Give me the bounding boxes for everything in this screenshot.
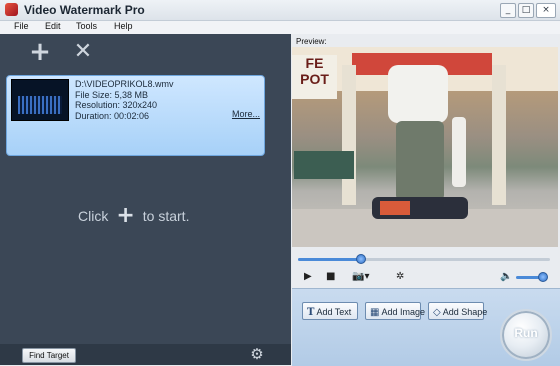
more-link[interactable]: More... — [232, 109, 260, 119]
minimize-button[interactable]: _ — [500, 3, 516, 18]
menu-tools[interactable]: Tools — [76, 21, 97, 31]
file-list-item[interactable]: D:\VIDEOPRIKOL8.wmv File Size: 5,38 MB R… — [6, 75, 265, 156]
hint-text-after: to start. — [142, 208, 190, 224]
video-thumbnail — [11, 79, 69, 121]
empty-hint: Click + to start. — [78, 203, 190, 228]
run-button[interactable]: Run — [500, 309, 552, 361]
maximize-button[interactable]: □ — [518, 3, 534, 18]
menu-file[interactable]: File — [14, 21, 29, 31]
file-size: File Size: 5,38 MB — [75, 89, 149, 100]
add-text-button[interactable]: T Add Text — [302, 302, 358, 320]
play-icon[interactable]: ▶ — [304, 271, 312, 283]
volume-slider[interactable] — [516, 272, 548, 282]
file-list-panel: + ✕ D:\VIDEOPRIKOL8.wmv File Size: 5,38 … — [0, 34, 291, 365]
menu-bar: File Edit Tools Help — [0, 21, 560, 34]
effects-icon[interactable]: ✲ — [396, 271, 404, 283]
seek-fill — [298, 258, 361, 261]
add-image-label: Add Image — [381, 307, 425, 317]
left-bottom-bar: Find Target ⚙ — [0, 344, 291, 365]
add-shape-label: Add Shape — [442, 307, 488, 317]
text-icon: T — [307, 307, 315, 318]
menu-help[interactable]: Help — [114, 21, 133, 31]
window-title: Video Watermark Pro — [24, 3, 145, 17]
menu-edit[interactable]: Edit — [45, 21, 61, 31]
shape-icon: ◇ — [433, 307, 441, 318]
file-info: D:\VIDEOPRIKOL8.wmv File Size: 5,38 MB R… — [75, 79, 174, 121]
close-button[interactable]: × — [536, 3, 556, 18]
preview-label: Preview: — [296, 37, 327, 46]
video-preview: FE POT — [292, 47, 558, 247]
hint-text-before: Click — [78, 208, 109, 224]
window-controls: _ □ × — [500, 3, 556, 18]
volume-icon[interactable]: 🔈 — [500, 271, 512, 283]
add-text-label: Add Text — [316, 307, 352, 317]
find-target-button[interactable]: Find Target — [22, 348, 76, 363]
add-image-button[interactable]: ▦ Add Image — [365, 302, 425, 320]
plus-icon: + — [116, 203, 135, 228]
image-icon: ▦ — [370, 307, 380, 318]
add-shape-button[interactable]: ◇ Add Shape — [428, 302, 487, 320]
remove-file-button[interactable]: ✕ — [71, 40, 95, 64]
gear-icon[interactable]: ⚙ — [248, 345, 266, 363]
volume-handle[interactable] — [538, 272, 548, 282]
file-duration: Duration: 00:02:06 — [75, 110, 150, 121]
seek-handle[interactable] — [356, 254, 366, 264]
title-bar: Video Watermark Pro _ □ × — [0, 0, 560, 21]
add-file-button[interactable]: + — [28, 39, 52, 65]
stop-icon[interactable]: ■ — [326, 271, 335, 283]
file-toolbar: + ✕ — [0, 34, 291, 70]
file-resolution: Resolution: 320x240 — [75, 100, 158, 110]
seek-bar — [292, 249, 560, 269]
playback-controls: ▶ ■ 📷▾ ✲ 🔈 — [292, 269, 560, 285]
action-panel: T Add Text ▦ Add Image ◇ Add Shape Run — [292, 288, 560, 366]
file-path: D:\VIDEOPRIKOL8.wmv — [75, 79, 174, 89]
app-logo-icon — [5, 3, 18, 16]
seek-track[interactable] — [298, 254, 550, 264]
snapshot-camera-icon[interactable]: 📷▾ — [352, 271, 369, 283]
